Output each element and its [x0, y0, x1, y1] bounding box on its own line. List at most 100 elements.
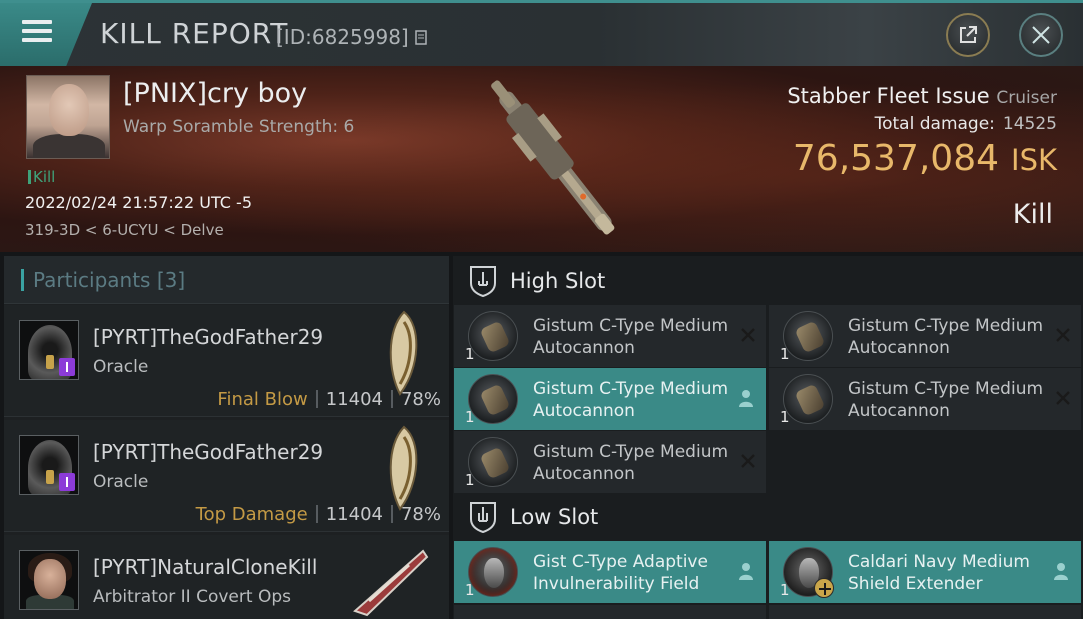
kill-tag-label: Kill: [33, 168, 56, 186]
participant-row[interactable]: [PYRT]NaturalCloneKill Arbitrator II Cov…: [4, 535, 449, 619]
module-quantity: 1: [465, 471, 475, 489]
participant-ship-image[interactable]: [349, 541, 429, 619]
autocannon-icon: [468, 374, 518, 424]
participant-ship[interactable]: Oracle: [93, 472, 148, 492]
report-id[interactable]: [ID:6825998]: [276, 25, 429, 49]
module-name: Caldari Navy Medium Shield Extender: [848, 552, 1030, 594]
hamburger-icon-bar: [22, 38, 52, 42]
ship-name-text: Stabber Fleet Issue: [787, 84, 990, 108]
module-quantity: 1: [465, 345, 475, 363]
module-slot[interactable]: [454, 605, 766, 619]
shield-extender-icon: [783, 547, 834, 598]
module-slot[interactable]: 1 Gistum C-Type Medium Autocannon: [454, 431, 766, 493]
low-slot-label: Low Slot: [510, 505, 599, 529]
menu-button[interactable]: [0, 3, 92, 66]
top-damage-tag: Top Damage: [195, 504, 308, 525]
close-icon: [1032, 26, 1050, 44]
invulnerability-field-icon: [468, 547, 518, 597]
module-quantity: 1: [465, 408, 475, 426]
dropped-person-icon: [1054, 563, 1068, 580]
module-name: Gistum C-Type Medium Autocannon: [533, 442, 729, 484]
destroyed-icon: [741, 328, 755, 342]
module-quantity: 1: [780, 581, 790, 599]
module-slot[interactable]: 1 Gistum C-Type Medium Autocannon: [769, 305, 1081, 367]
module-slot[interactable]: 1 Gistum C-Type Medium Autocannon: [454, 368, 766, 430]
high-slot-icon: [470, 266, 496, 297]
dropped-person-icon: [739, 563, 753, 580]
fitting-panel: High Slot 1 Gistum C-Type Medium Autocan…: [453, 256, 1083, 619]
victim-name[interactable]: [PNIX]cry boy: [123, 78, 307, 109]
participant-name[interactable]: [PYRT]TheGodFather29: [93, 440, 323, 464]
dropped-person-icon: [739, 390, 753, 407]
destroyed-icon: [1056, 328, 1070, 342]
ship-name[interactable]: Stabber Fleet Issue Cruiser: [787, 84, 1057, 108]
participant-percent: 78%: [400, 504, 441, 525]
participant-stats: Top Damage 11404 78%: [196, 504, 441, 525]
participants-panel: Participants [3] [PYRT]TheGodFather29 Or…: [4, 256, 449, 619]
module-name: Gistum C-Type Medium Autocannon: [533, 379, 729, 421]
high-slot-header: High Slot: [453, 256, 1083, 306]
isk-amount: 76,537,084: [792, 138, 1000, 179]
module-name: Gistum C-Type Medium Autocannon: [533, 316, 729, 358]
stat-divider: [390, 505, 393, 523]
kill-tag: Kill: [28, 168, 55, 186]
autocannon-icon: [783, 374, 833, 424]
module-slot[interactable]: [769, 605, 1081, 619]
destroyed-icon: [1056, 391, 1070, 405]
copy-icon[interactable]: [415, 30, 429, 46]
ship-image[interactable]: [450, 66, 650, 252]
module-quantity: 1: [780, 345, 790, 363]
ship-class: Cruiser: [996, 88, 1057, 108]
participant-stats: Final Blow 11404 78%: [217, 389, 441, 410]
participant-percent: 78%: [400, 389, 441, 410]
hamburger-icon: [22, 20, 52, 24]
autocannon-icon: [468, 437, 518, 487]
module-slot[interactable]: 1 Gistum C-Type Medium Autocannon: [454, 305, 766, 367]
title-bar: KILL REPORT [ID:6825998]: [0, 0, 1083, 66]
participant-avatar[interactable]: [19, 550, 79, 610]
low-slot-header: Low Slot: [453, 492, 1083, 542]
module-slot[interactable]: 1 Gist C-Type Adaptive Invulnerability F…: [454, 541, 766, 603]
victim-subtitle: Warp Soramble Strength: 6: [123, 117, 355, 137]
isk-unit: ISK: [1011, 143, 1057, 177]
participant-ship-image[interactable]: [374, 423, 434, 513]
stat-divider: [390, 390, 393, 408]
participant-row[interactable]: [PYRT]TheGodFather29 Oracle Final Blow 11…: [4, 305, 449, 417]
participant-name[interactable]: [PYRT]TheGodFather29: [93, 325, 323, 349]
total-damage-value: 14525: [1002, 114, 1057, 134]
window-title: KILL REPORT: [100, 17, 289, 50]
participant-damage: 11404: [325, 504, 383, 525]
avatar-face: [34, 559, 66, 599]
module-quantity: 1: [465, 581, 475, 599]
stat-divider: [315, 390, 318, 408]
portrait-head: [49, 84, 89, 136]
avatar-detail: [46, 470, 54, 484]
final-blow-tag: Final Blow: [217, 389, 308, 410]
external-link-icon: [960, 26, 977, 43]
module-name: Gistum C-Type Medium Autocannon: [848, 316, 1044, 358]
isk-value: 76,537,084 ISK: [793, 138, 1057, 179]
module-name: Gistum C-Type Medium Autocannon: [848, 379, 1044, 421]
header-accent: [21, 269, 24, 291]
module-quantity: 1: [780, 408, 790, 426]
participants-title: Participants [3]: [33, 268, 186, 292]
participant-damage: 11404: [325, 389, 383, 410]
total-damage-label: Total damage:: [874, 114, 995, 134]
kill-marker-icon: [28, 170, 31, 184]
pilot-badge-icon: [59, 358, 75, 376]
victim-portrait[interactable]: [26, 75, 110, 159]
close-button[interactable]: [1019, 13, 1063, 57]
module-slot[interactable]: 1 Gistum C-Type Medium Autocannon: [769, 368, 1081, 430]
module-slot[interactable]: 1 Caldari Navy Medium Shield Extender: [769, 541, 1081, 603]
participant-name[interactable]: [PYRT]NaturalCloneKill: [93, 555, 317, 579]
total-damage: Total damage: 14525: [875, 114, 1057, 134]
participant-ship[interactable]: Oracle: [93, 357, 148, 377]
faction-plus-icon: [814, 578, 834, 598]
open-external-button[interactable]: [946, 13, 990, 57]
portrait-coat: [33, 134, 105, 158]
participant-ship-image[interactable]: [374, 308, 434, 398]
kill-location[interactable]: 319-3D < 6-UCYU < Delve: [25, 221, 224, 239]
victim-header: [PNIX]cry boy Warp Soramble Strength: 6 …: [0, 66, 1083, 252]
participant-row[interactable]: [PYRT]TheGodFather29 Oracle Top Damage 11…: [4, 420, 449, 532]
participant-ship[interactable]: Arbitrator II Covert Ops: [93, 587, 291, 607]
